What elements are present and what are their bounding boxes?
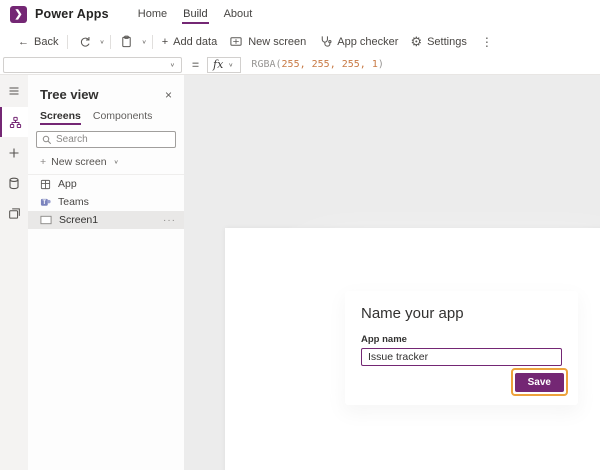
search-input[interactable] bbox=[56, 134, 170, 145]
save-highlight-ring: Save bbox=[510, 368, 568, 396]
settings-label: Settings bbox=[427, 35, 467, 48]
new-screen-icon bbox=[229, 35, 243, 49]
tree-row-app[interactable]: App bbox=[28, 175, 184, 193]
new-screen-button[interactable]: New screen bbox=[223, 28, 312, 55]
row-more-button[interactable]: ··· bbox=[163, 215, 176, 226]
clipboard-icon bbox=[120, 35, 134, 49]
new-screen-dropdown[interactable]: + New screen ∨ bbox=[28, 148, 184, 175]
left-rail bbox=[0, 75, 28, 470]
formula-prefix: RGBA( bbox=[251, 59, 282, 70]
tree-item-label: App bbox=[58, 178, 77, 190]
panel-title: Tree view bbox=[40, 87, 99, 102]
nav-build[interactable]: Build bbox=[182, 1, 210, 27]
nav-home[interactable]: Home bbox=[137, 1, 168, 27]
new-screen-label: New screen bbox=[51, 156, 107, 168]
power-apps-studio: ❯ Power Apps Home Build About ← Back ∨ ∨ bbox=[0, 0, 600, 470]
new-screen-label: New screen bbox=[248, 35, 307, 48]
fx-dropdown[interactable]: fx ∨ bbox=[207, 56, 242, 73]
undo-dropdown-chevron[interactable]: ∨ bbox=[97, 38, 106, 45]
equals-sign: = bbox=[192, 57, 200, 72]
formula-bar: ∨ = fx ∨ RGBA(255, 255, 255, 1) bbox=[0, 55, 600, 75]
nav-about[interactable]: About bbox=[223, 1, 254, 27]
paste-button[interactable] bbox=[114, 28, 140, 55]
undo-icon bbox=[77, 35, 91, 49]
tab-components[interactable]: Components bbox=[93, 110, 153, 125]
tree-item-label: Screen1 bbox=[59, 214, 99, 226]
brand-title: Power Apps bbox=[35, 7, 109, 21]
search-icon bbox=[42, 135, 52, 145]
formula-suffix: ) bbox=[377, 59, 384, 70]
app-icon bbox=[40, 179, 51, 189]
toolbar-divider bbox=[109, 34, 111, 49]
search-box[interactable] bbox=[36, 131, 176, 148]
back-label: Back bbox=[34, 35, 59, 48]
tree-row-screen1[interactable]: Screen1 ··· bbox=[28, 211, 184, 229]
add-data-button[interactable]: + Add data bbox=[156, 28, 223, 55]
paste-dropdown-chevron[interactable]: ∨ bbox=[140, 38, 149, 45]
app-checker-button[interactable]: App checker bbox=[312, 28, 404, 55]
data-icon[interactable] bbox=[0, 169, 28, 197]
logo-glyph: ❯ bbox=[14, 8, 23, 20]
menu-icon[interactable] bbox=[0, 77, 28, 105]
tree-list: App T Teams Screen1 ··· bbox=[28, 175, 184, 229]
svg-text:T: T bbox=[42, 200, 46, 206]
add-data-label: Add data bbox=[173, 35, 218, 48]
close-icon[interactable]: × bbox=[163, 88, 174, 102]
gear-icon: ⚙ bbox=[410, 34, 423, 49]
save-button[interactable]: Save bbox=[514, 373, 564, 392]
fx-chevron-icon: ∨ bbox=[228, 62, 234, 68]
chevron-down-icon: ∨ bbox=[113, 159, 119, 166]
name-app-dialog: Name your app App name Save bbox=[345, 291, 578, 405]
media-icon[interactable] bbox=[0, 199, 28, 227]
settings-button[interactable]: ⚙ Settings bbox=[404, 28, 472, 55]
panel-header: Tree view × bbox=[28, 75, 184, 102]
toolbar: ← Back ∨ ∨ + Add data New screen App che… bbox=[0, 28, 600, 55]
top-bar: ❯ Power Apps Home Build About bbox=[0, 0, 600, 28]
teams-icon: T bbox=[40, 198, 51, 206]
canvas-workspace: Name your app App name Save bbox=[184, 75, 600, 470]
stethoscope-icon bbox=[318, 35, 332, 49]
formula-input[interactable]: RGBA(255, 255, 255, 1) bbox=[251, 59, 383, 70]
property-chevron-icon: ∨ bbox=[169, 62, 175, 68]
back-button[interactable]: ← Back bbox=[12, 28, 64, 55]
insert-plus-icon[interactable] bbox=[0, 139, 28, 167]
app-checker-label: App checker bbox=[337, 35, 399, 48]
app-name-field[interactable] bbox=[361, 348, 562, 366]
undo-button[interactable] bbox=[71, 28, 97, 55]
app-name-label: App name bbox=[361, 334, 407, 345]
back-arrow-icon: ← bbox=[18, 35, 29, 48]
more-options-button[interactable]: ⋮ bbox=[473, 35, 501, 49]
tree-view-icon[interactable] bbox=[0, 107, 28, 137]
tab-screens[interactable]: Screens bbox=[40, 110, 81, 125]
toolbar-divider bbox=[67, 34, 69, 49]
dialog-title: Name your app bbox=[361, 305, 464, 322]
studio-body: Tree view × Screens Components + New scr… bbox=[0, 75, 600, 470]
tree-item-label: Teams bbox=[58, 196, 89, 208]
plus-icon: + bbox=[40, 156, 47, 168]
panel-tabs: Screens Components bbox=[28, 102, 184, 125]
property-selector[interactable]: ∨ bbox=[3, 56, 182, 73]
tree-view-panel: Tree view × Screens Components + New scr… bbox=[28, 75, 184, 470]
plus-icon: + bbox=[161, 35, 169, 48]
fx-icon: fx bbox=[213, 58, 224, 71]
toolbar-divider bbox=[151, 34, 153, 49]
power-apps-logo-icon: ❯ bbox=[10, 5, 27, 23]
screen-icon bbox=[40, 215, 52, 225]
tree-row-teams[interactable]: T Teams bbox=[28, 193, 184, 211]
top-nav: Home Build About bbox=[137, 1, 254, 27]
formula-numbers: 255, 255, 255, 1 bbox=[281, 59, 378, 70]
